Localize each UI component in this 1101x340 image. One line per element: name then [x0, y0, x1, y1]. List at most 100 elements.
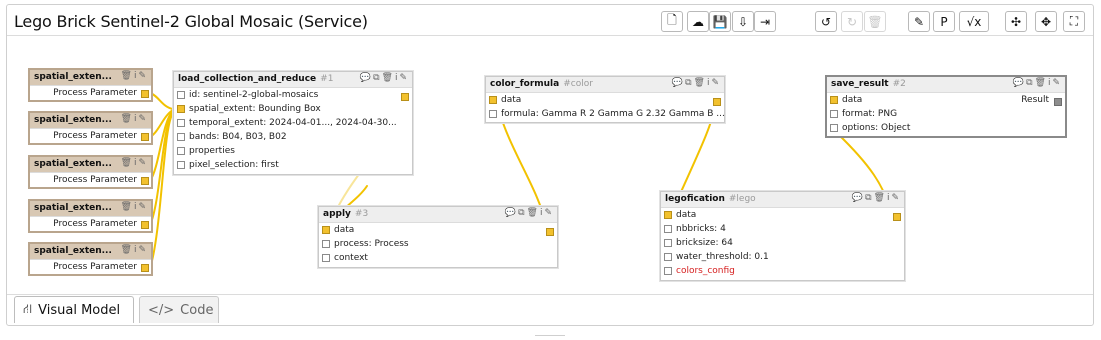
node-actions-icon[interactable]: 🗑i✎: [121, 71, 148, 81]
delete-icon[interactable]: 🗑: [864, 11, 886, 32]
port-icon[interactable]: [664, 253, 672, 261]
port-icon[interactable]: [664, 239, 672, 247]
parameter-node[interactable]: spatial_exten... 🗑i✎ Process Parameter: [28, 111, 153, 145]
arg-row[interactable]: colors_config: [661, 264, 904, 278]
port-icon[interactable]: [322, 240, 330, 248]
port-icon[interactable]: [177, 161, 185, 169]
node-header[interactable]: spatial_exten... 🗑i✎: [30, 201, 151, 217]
output-port-icon[interactable]: [401, 93, 409, 101]
port-icon[interactable]: [177, 119, 185, 127]
port-icon[interactable]: [489, 96, 497, 104]
arg-row[interactable]: water_threshold: 0.1: [661, 250, 904, 264]
node-header[interactable]: spatial_exten... 🗑i✎: [30, 113, 151, 129]
port-icon[interactable]: [830, 124, 838, 132]
node-header[interactable]: save_result #2 💬⧉🗑i✎: [827, 77, 1065, 93]
node-actions-icon[interactable]: 🗑i✎: [121, 158, 148, 168]
arg-row[interactable]: id: sentinel-2-global-mosaics: [174, 88, 412, 102]
tab-code[interactable]: </> Code: [139, 296, 219, 323]
node-load-collection[interactable]: load_collection_and_reduce #1 💬⧉🗑i✎ id: s…: [173, 71, 413, 175]
arg-row[interactable]: pixel_selection: first: [174, 158, 412, 172]
port-icon[interactable]: [489, 110, 497, 118]
arg-row[interactable]: data Result: [827, 93, 1065, 107]
math-icon[interactable]: √x: [959, 11, 989, 32]
export-icon[interactable]: ⇥: [754, 11, 776, 32]
output-port-icon[interactable]: [141, 177, 149, 185]
node-header[interactable]: legofication #lego 💬⧉🗑i✎: [661, 192, 904, 208]
port-icon[interactable]: [177, 105, 185, 113]
node-actions-icon[interactable]: 💬⧉🗑i✎: [672, 78, 721, 88]
node-actions-icon[interactable]: 💬⧉🗑i✎: [360, 73, 409, 83]
arg-row[interactable]: bricksize: 64: [661, 236, 904, 250]
result-port-icon[interactable]: [1054, 98, 1062, 106]
parameter-node[interactable]: spatial_exten... 🗑i✎ Process Parameter: [28, 199, 153, 233]
model-canvas[interactable]: spatial_exten... 🗑i✎ Process Parameter s…: [7, 36, 1093, 294]
tab-label: Visual Model: [38, 302, 121, 318]
node-header[interactable]: spatial_exten... 🗑i✎: [30, 70, 151, 86]
node-header[interactable]: spatial_exten... 🗑i✎: [30, 244, 151, 260]
result-label: Result: [1021, 95, 1049, 105]
port-icon[interactable]: [322, 226, 330, 234]
parameter-node[interactable]: spatial_exten... 🗑i✎ Process Parameter: [28, 68, 153, 102]
output-port-icon[interactable]: [141, 221, 149, 229]
arg-row[interactable]: context: [319, 251, 557, 265]
cloud-download-icon[interactable]: ☁: [687, 11, 709, 32]
output-port-icon[interactable]: [141, 133, 149, 141]
node-actions-icon[interactable]: 💬⧉🗑i✎: [1013, 78, 1062, 88]
parameter-node[interactable]: spatial_exten... 🗑i✎ Process Parameter: [28, 155, 153, 189]
port-icon[interactable]: [177, 133, 185, 141]
file-icon[interactable]: 🗋: [661, 11, 683, 32]
save-icon[interactable]: 💾: [709, 11, 731, 32]
compact-icon[interactable]: ✣: [1005, 11, 1027, 32]
port-icon[interactable]: [664, 211, 672, 219]
output-port-icon[interactable]: [546, 228, 554, 236]
parameter-icon[interactable]: P: [933, 11, 955, 32]
parameter-node[interactable]: spatial_exten... 🗑i✎ Process Parameter: [28, 242, 153, 276]
node-header[interactable]: load_collection_and_reduce #1 💬⧉🗑i✎: [174, 72, 412, 88]
output-port-icon[interactable]: [713, 98, 721, 106]
output-port-icon[interactable]: [893, 213, 901, 221]
node-header[interactable]: spatial_exten... 🗑i✎: [30, 157, 151, 173]
node-color-formula[interactable]: color_formula #color 💬⧉🗑i✎ data formula: …: [485, 76, 725, 123]
param-row: Process Parameter: [30, 260, 151, 274]
arg-row[interactable]: spatial_extent: Bounding Box: [174, 102, 412, 116]
arg-row[interactable]: options: Object: [827, 121, 1065, 135]
arg-row[interactable]: process: Process: [319, 237, 557, 251]
port-icon[interactable]: [830, 110, 838, 118]
arg-row[interactable]: nbbricks: 4: [661, 222, 904, 236]
edit-icon[interactable]: ✎: [908, 11, 930, 32]
node-actions-icon[interactable]: 🗑i✎: [121, 245, 148, 255]
node-save-result[interactable]: save_result #2 💬⧉🗑i✎ data Result format: …: [825, 75, 1067, 138]
port-icon[interactable]: [664, 267, 672, 275]
node-title: color_formula #color: [490, 79, 593, 89]
arg-row[interactable]: data: [661, 208, 904, 222]
tab-visual-model[interactable]: ⛙ Visual Model: [14, 296, 134, 323]
arg-row[interactable]: format: PNG: [827, 107, 1065, 121]
node-legofication[interactable]: legofication #lego 💬⧉🗑i✎ data nbbricks: 4…: [660, 191, 905, 281]
port-icon[interactable]: [177, 147, 185, 155]
node-title: spatial_exten...: [34, 203, 112, 213]
fullscreen-icon[interactable]: ⛶: [1063, 11, 1085, 32]
port-icon[interactable]: [177, 91, 185, 99]
port-icon[interactable]: [664, 225, 672, 233]
port-icon[interactable]: [830, 96, 838, 104]
node-header[interactable]: color_formula #color 💬⧉🗑i✎: [486, 77, 724, 93]
node-actions-icon[interactable]: 🗑i✎: [121, 202, 148, 212]
arg-row[interactable]: formula: Gamma R 2 Gamma G 2.32 Gamma B …: [486, 107, 724, 121]
node-header[interactable]: apply #3 💬⧉🗑i✎: [319, 207, 557, 223]
move-icon[interactable]: ✥: [1035, 11, 1057, 32]
node-actions-icon[interactable]: 💬⧉🗑i✎: [505, 208, 554, 218]
arg-row[interactable]: data: [319, 223, 557, 237]
arg-row[interactable]: properties: [174, 144, 412, 158]
arg-row[interactable]: bands: B04, B03, B02: [174, 130, 412, 144]
node-actions-icon[interactable]: 🗑i✎: [121, 114, 148, 124]
output-port-icon[interactable]: [141, 264, 149, 272]
undo-icon[interactable]: ↺: [815, 11, 837, 32]
redo-icon[interactable]: ↻: [841, 11, 863, 32]
output-port-icon[interactable]: [141, 90, 149, 98]
port-icon[interactable]: [322, 254, 330, 262]
arg-row[interactable]: data: [486, 93, 724, 107]
node-actions-icon[interactable]: 💬⧉🗑i✎: [852, 193, 901, 203]
node-apply[interactable]: apply #3 💬⧉🗑i✎ data process: Process cont…: [318, 206, 558, 268]
file-download-icon[interactable]: ⇩: [732, 11, 754, 32]
arg-row[interactable]: temporal_extent: 2024-04-01..., 2024-04-…: [174, 116, 412, 130]
